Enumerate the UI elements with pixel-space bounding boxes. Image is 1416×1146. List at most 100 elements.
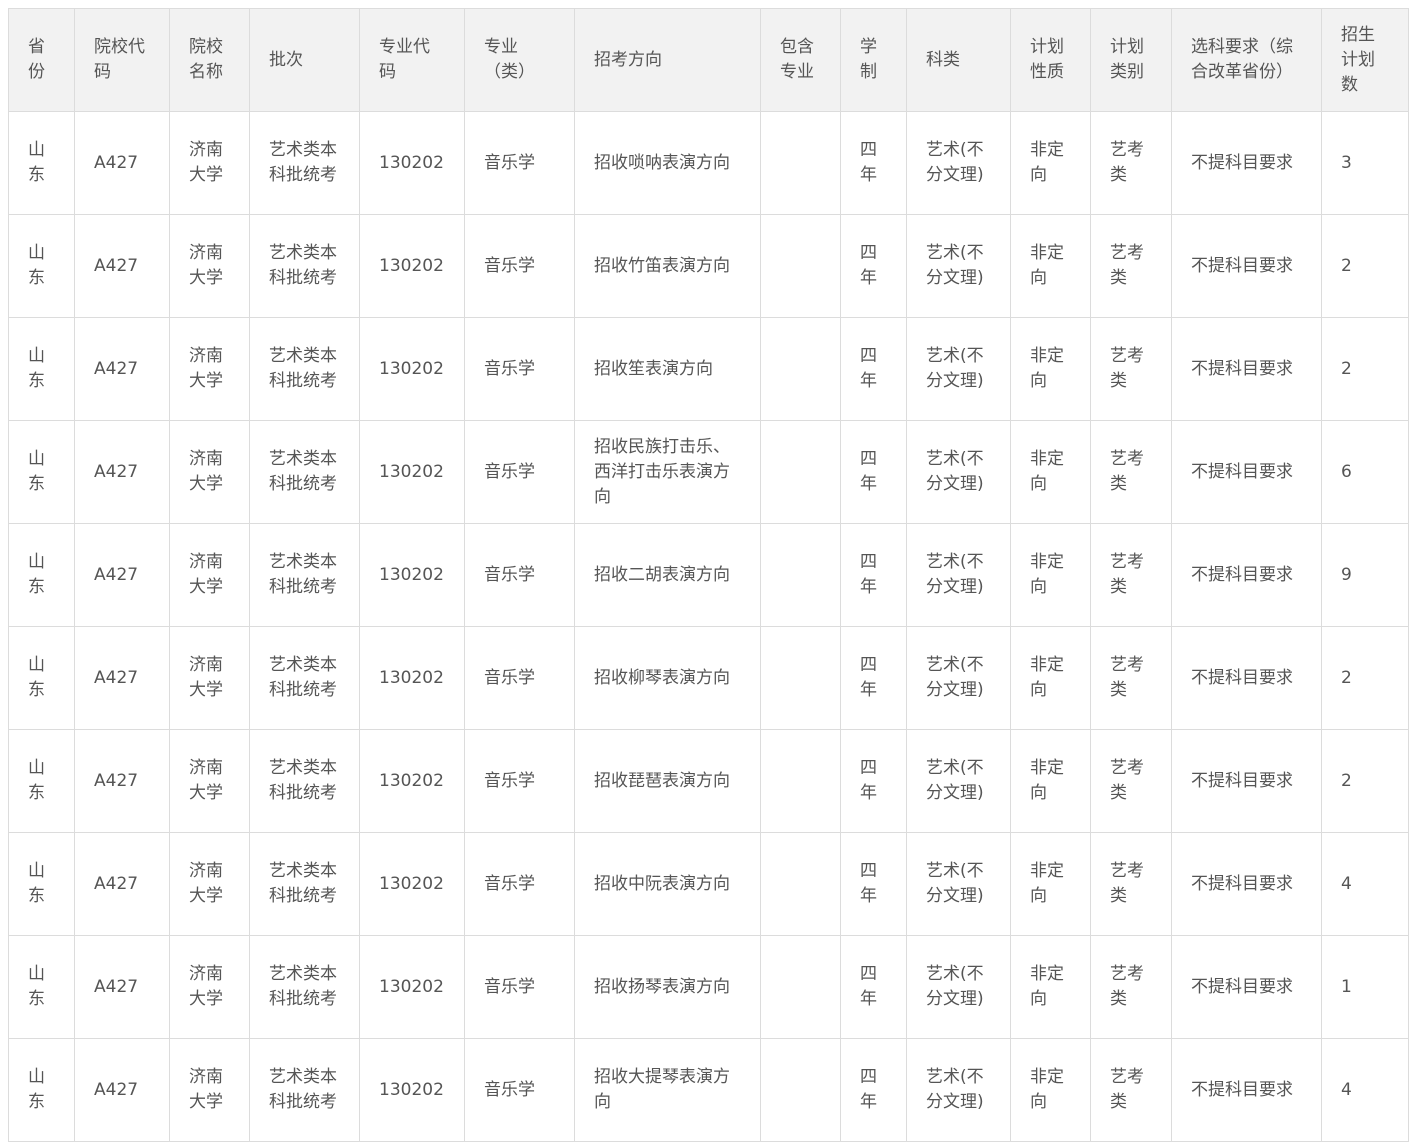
cell-duration: 四年 (840, 317, 907, 421)
cell-plan-type: 艺考类 (1090, 935, 1172, 1039)
cell-batch: 艺术类本科批统考 (249, 523, 360, 627)
cell-school-name: 济南大学 (169, 832, 250, 936)
cell-plan-nature: 非定向 (1010, 935, 1091, 1039)
cell-duration: 四年 (840, 214, 907, 318)
cell-batch: 艺术类本科批统考 (249, 420, 360, 524)
table-body: 山东 A427 济南大学 艺术类本科批统考 130202 音乐学 招收唢呐表演方向 四年 艺术(… (8, 111, 1409, 1142)
cell-category: 艺术(不分文理) (906, 214, 1011, 318)
cell-school-name: 济南大学 (169, 523, 250, 627)
table-header: 省份 院校代码 院校名称 批次 专业代码 专业（类） 招考方向 包含专业 学制 … (8, 8, 1409, 112)
cell-school-name: 济南大学 (169, 111, 250, 215)
cell-plan-type: 艺考类 (1090, 420, 1172, 524)
cell-included-majors (760, 1038, 841, 1142)
cell-subject-requirement: 不提科目要求 (1171, 420, 1322, 524)
cell-category: 艺术(不分文理) (906, 1038, 1011, 1142)
cell-major-code: 130202 (359, 729, 465, 833)
cell-major: 音乐学 (464, 523, 575, 627)
cell-school-code: A427 (74, 935, 170, 1039)
cell-plan-count: 2 (1321, 317, 1409, 421)
table-row: 山东 A427 济南大学 艺术类本科批统考 130202 音乐学 招收民族打击乐、西洋打击乐… (8, 420, 1409, 524)
cell-plan-type: 艺考类 (1090, 832, 1172, 936)
cell-category: 艺术(不分文理) (906, 420, 1011, 524)
cell-school-code: A427 (74, 214, 170, 318)
cell-plan-count: 2 (1321, 729, 1409, 833)
cell-school-code: A427 (74, 111, 170, 215)
header-duration: 学制 (840, 8, 907, 112)
cell-plan-count: 2 (1321, 214, 1409, 318)
table-row: 山东 A427 济南大学 艺术类本科批统考 130202 音乐学 招收大提琴表演方向 四年 艺术… (8, 1038, 1409, 1142)
cell-province: 山东 (8, 832, 75, 936)
header-province: 省份 (8, 8, 75, 112)
cell-school-name: 济南大学 (169, 729, 250, 833)
cell-batch: 艺术类本科批统考 (249, 729, 360, 833)
cell-province: 山东 (8, 214, 75, 318)
cell-subject-requirement: 不提科目要求 (1171, 214, 1322, 318)
cell-duration: 四年 (840, 111, 907, 215)
header-major: 专业（类） (464, 8, 575, 112)
cell-included-majors (760, 935, 841, 1039)
cell-plan-nature: 非定向 (1010, 626, 1091, 730)
cell-included-majors (760, 317, 841, 421)
cell-province: 山东 (8, 523, 75, 627)
cell-plan-count: 9 (1321, 523, 1409, 627)
cell-batch: 艺术类本科批统考 (249, 935, 360, 1039)
cell-direction: 招收中阮表演方向 (574, 832, 761, 936)
cell-major-code: 130202 (359, 626, 465, 730)
cell-major-code: 130202 (359, 111, 465, 215)
cell-plan-nature: 非定向 (1010, 317, 1091, 421)
cell-major-code: 130202 (359, 1038, 465, 1142)
cell-plan-nature: 非定向 (1010, 1038, 1091, 1142)
cell-subject-requirement: 不提科目要求 (1171, 1038, 1322, 1142)
cell-plan-nature: 非定向 (1010, 832, 1091, 936)
cell-plan-count: 3 (1321, 111, 1409, 215)
header-subject-requirement: 选科要求（综合改革省份） (1171, 8, 1322, 112)
cell-direction: 招收笙表演方向 (574, 317, 761, 421)
cell-plan-type: 艺考类 (1090, 1038, 1172, 1142)
cell-province: 山东 (8, 626, 75, 730)
cell-category: 艺术(不分文理) (906, 626, 1011, 730)
cell-duration: 四年 (840, 523, 907, 627)
cell-school-name: 济南大学 (169, 317, 250, 421)
header-direction: 招考方向 (574, 8, 761, 112)
cell-batch: 艺术类本科批统考 (249, 111, 360, 215)
cell-direction: 招收民族打击乐、西洋打击乐表演方向 (574, 420, 761, 524)
cell-major: 音乐学 (464, 317, 575, 421)
cell-major: 音乐学 (464, 729, 575, 833)
cell-school-code: A427 (74, 729, 170, 833)
cell-direction: 招收琵琶表演方向 (574, 729, 761, 833)
cell-batch: 艺术类本科批统考 (249, 1038, 360, 1142)
cell-plan-count: 2 (1321, 626, 1409, 730)
cell-plan-nature: 非定向 (1010, 111, 1091, 215)
cell-major: 音乐学 (464, 935, 575, 1039)
cell-major: 音乐学 (464, 626, 575, 730)
cell-category: 艺术(不分文理) (906, 729, 1011, 833)
cell-direction: 招收唢呐表演方向 (574, 111, 761, 215)
cell-plan-type: 艺考类 (1090, 111, 1172, 215)
cell-included-majors (760, 214, 841, 318)
cell-school-code: A427 (74, 317, 170, 421)
cell-province: 山东 (8, 1038, 75, 1142)
cell-plan-count: 1 (1321, 935, 1409, 1039)
cell-major-code: 130202 (359, 832, 465, 936)
cell-major: 音乐学 (464, 111, 575, 215)
cell-province: 山东 (8, 317, 75, 421)
cell-category: 艺术(不分文理) (906, 935, 1011, 1039)
cell-major-code: 130202 (359, 214, 465, 318)
cell-plan-nature: 非定向 (1010, 523, 1091, 627)
cell-major: 音乐学 (464, 1038, 575, 1142)
cell-major-code: 130202 (359, 935, 465, 1039)
cell-plan-nature: 非定向 (1010, 420, 1091, 524)
cell-school-code: A427 (74, 626, 170, 730)
cell-plan-count: 4 (1321, 832, 1409, 936)
cell-province: 山东 (8, 729, 75, 833)
cell-direction: 招收大提琴表演方向 (574, 1038, 761, 1142)
table-row: 山东 A427 济南大学 艺术类本科批统考 130202 音乐学 招收唢呐表演方向 四年 艺术(… (8, 111, 1409, 215)
cell-direction: 招收扬琴表演方向 (574, 935, 761, 1039)
cell-duration: 四年 (840, 1038, 907, 1142)
cell-duration: 四年 (840, 729, 907, 833)
cell-category: 艺术(不分文理) (906, 832, 1011, 936)
cell-major-code: 130202 (359, 317, 465, 421)
cell-plan-nature: 非定向 (1010, 729, 1091, 833)
admission-plan-table-container: 省份 院校代码 院校名称 批次 专业代码 专业（类） 招考方向 包含专业 学制 … (8, 8, 1409, 1142)
header-row: 省份 院校代码 院校名称 批次 专业代码 专业（类） 招考方向 包含专业 学制 … (8, 8, 1409, 112)
